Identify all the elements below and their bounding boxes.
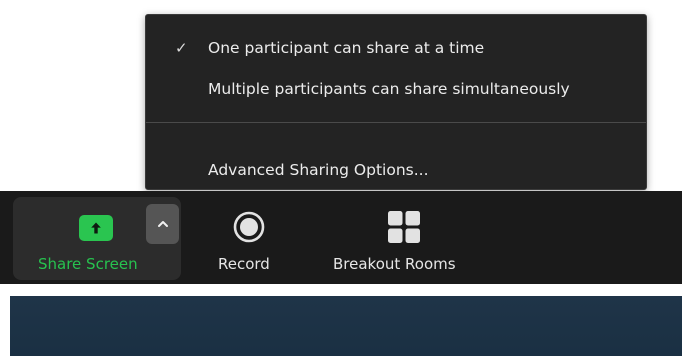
- meeting-toolbar: Share Screen Record Breakout Rooms: [0, 191, 682, 284]
- menu-item-multiple-participants[interactable]: Multiple participants can share simultan…: [146, 73, 646, 105]
- menu-item-advanced-sharing-options[interactable]: Advanced Sharing Options...: [146, 154, 646, 186]
- breakout-rooms-button[interactable]: Breakout Rooms: [328, 197, 488, 280]
- menu-item-label: Advanced Sharing Options...: [208, 161, 429, 179]
- menu-item-label: Multiple participants can share simultan…: [208, 80, 570, 98]
- share-options-menu: ✓ One participant can share at a time Mu…: [145, 14, 647, 190]
- chevron-up-icon: [157, 221, 168, 227]
- menu-divider: [146, 122, 646, 123]
- record-button[interactable]: Record: [204, 197, 294, 280]
- menu-item-one-participant[interactable]: ✓ One participant can share at a time: [146, 32, 646, 64]
- menu-item-label: One participant can share at a time: [208, 39, 485, 57]
- breakout-rooms-label: Breakout Rooms: [333, 255, 456, 273]
- share-screen-label[interactable]: Share Screen: [38, 255, 138, 273]
- share-options-caret-button[interactable]: [146, 204, 179, 244]
- record-label: Record: [218, 255, 270, 273]
- share-screen-arrow-up-icon[interactable]: [79, 215, 113, 241]
- share-screen-group: Share Screen: [13, 197, 181, 280]
- breakout-rooms-grid-icon: [388, 211, 420, 243]
- record-icon: [233, 211, 265, 243]
- checkmark-icon: ✓: [175, 39, 188, 57]
- meeting-content-area: [10, 296, 682, 356]
